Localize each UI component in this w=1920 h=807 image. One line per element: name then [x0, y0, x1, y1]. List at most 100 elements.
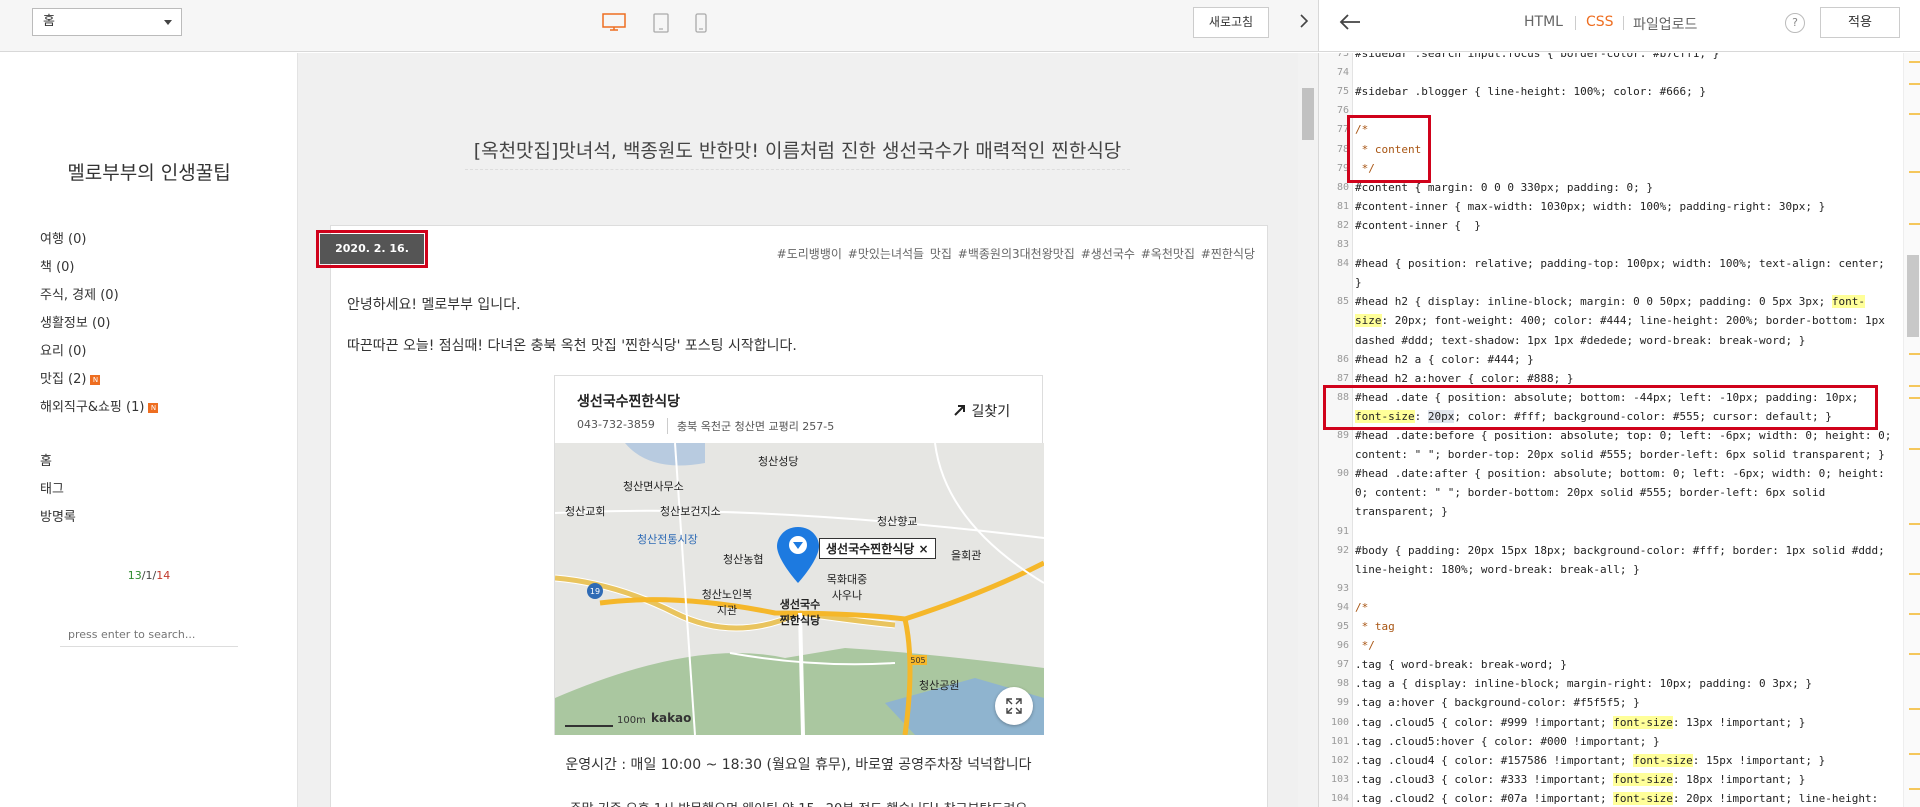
- refresh-button[interactable]: 새로고침: [1193, 7, 1269, 38]
- line-number: 102: [1330, 754, 1349, 766]
- tab-file-upload[interactable]: 파일업로드: [1633, 14, 1697, 34]
- line-number: 76: [1336, 105, 1349, 117]
- collapse-preview-button[interactable]: [1290, 10, 1318, 36]
- help-button[interactable]: ?: [1785, 13, 1805, 33]
- line-number: 81: [1336, 200, 1349, 212]
- blog-title[interactable]: 멜로부부의 인생꿀팁: [0, 158, 298, 185]
- map-place-name[interactable]: 생선국수찐한식당: [577, 391, 680, 411]
- visitor-counter: 13/1/14: [0, 569, 298, 582]
- tab-divider: [1623, 16, 1624, 30]
- fullscreen-button[interactable]: [995, 687, 1033, 725]
- page-select[interactable]: 홈: [32, 8, 182, 36]
- category-item[interactable]: 맛집 (2) N: [40, 366, 158, 394]
- line-number: 78: [1336, 143, 1349, 155]
- code-line[interactable]: 74: [1319, 63, 1899, 82]
- code-line[interactable]: 104 .tag .cloud2 { color: #07a !important…: [1319, 789, 1899, 807]
- code-line[interactable]: 82 #content-inner { }: [1319, 216, 1899, 235]
- highlight-box: [1323, 385, 1878, 430]
- route-number: 505: [910, 656, 925, 665]
- close-icon[interactable]: ×: [919, 542, 929, 556]
- category-item[interactable]: 여행 (0): [40, 226, 158, 254]
- directions-button[interactable]: 길찾기: [953, 401, 1010, 421]
- code-line[interactable]: 84 #head { position: relative; padding-to…: [1319, 254, 1899, 273]
- code-line[interactable]: 100 .tag .cloud5 { color: #999 !important…: [1319, 713, 1899, 732]
- code-text: #head h2 a { color: #444; }: [1355, 352, 1534, 366]
- tag-link[interactable]: #백종원의3대천왕맛집: [958, 247, 1075, 261]
- back-button[interactable]: [1339, 12, 1361, 37]
- code-line[interactable]: 85 #head h2 { display: inline-block; marg…: [1319, 292, 1899, 311]
- code-text: 0; content: " "; border-bottom: 20px sol…: [1355, 486, 1826, 500]
- editor-minimap[interactable]: [1903, 53, 1920, 807]
- preview-scrollbar[interactable]: [1298, 53, 1318, 807]
- map-label: 청산노인복지관: [701, 588, 753, 617]
- tab-html[interactable]: HTML: [1524, 14, 1563, 30]
- tag-link[interactable]: #맛있는녀석들 맛집: [848, 247, 952, 261]
- code-line[interactable]: }: [1319, 273, 1899, 292]
- code-line[interactable]: 90 #head .date:after { position: absolute…: [1319, 464, 1899, 483]
- code-line[interactable]: size: 20px; font-weight: 400; color: #44…: [1319, 311, 1899, 330]
- tag-link[interactable]: #찐한식당: [1201, 247, 1255, 261]
- search-input[interactable]: [60, 623, 238, 647]
- tablet-icon[interactable]: [653, 13, 669, 37]
- kakao-logo: kakao: [651, 711, 692, 725]
- map-place-callout[interactable]: 생선국수찐한식당 ×: [819, 538, 936, 559]
- code-line[interactable]: 93: [1319, 579, 1899, 598]
- line-number: 84: [1336, 258, 1349, 270]
- code-line[interactable]: 103 .tag .cloud3 { color: #333 !important…: [1319, 770, 1899, 789]
- code-line[interactable]: 98 .tag a { display: inline-block; margin…: [1319, 674, 1899, 693]
- code-text: #head { position: relative; padding-top:…: [1355, 257, 1885, 271]
- mobile-icon[interactable]: [695, 13, 707, 37]
- post-title[interactable]: [옥천맛집]맛녀석, 백종원도 반한맛! 이름처럼 진한 생선국수가 매력적인 …: [465, 136, 1130, 170]
- code-text: */: [1355, 639, 1375, 653]
- code-text: #head h2 { display: inline-block; margin…: [1355, 295, 1865, 309]
- code-text: .tag .cloud2 { color: #07a !important; f…: [1355, 791, 1879, 805]
- code-line[interactable]: transparent; }: [1319, 502, 1899, 521]
- code-line[interactable]: 81 #content-inner { max-width: 1030px; wi…: [1319, 197, 1899, 216]
- category-label: 해외직구&쇼핑 (1): [40, 400, 145, 415]
- code-line[interactable]: 91: [1319, 522, 1899, 541]
- map-view[interactable]: 19 505 청산성당 청산면사무소 청산보건지소 청산교회 청산전통시장 청산…: [555, 443, 1044, 735]
- category-item[interactable]: 주식, 경제 (0): [40, 282, 158, 310]
- code-line[interactable]: 95 * tag: [1319, 617, 1899, 636]
- code-line[interactable]: 75 #sidebar .blogger { line-height: 100%;…: [1319, 82, 1899, 101]
- line-number: 75: [1336, 86, 1349, 98]
- code-line[interactable]: 86 #head h2 a { color: #444; }: [1319, 350, 1899, 369]
- code-line[interactable]: content: " "; border-top: 20px solid #55…: [1319, 445, 1899, 464]
- code-line[interactable]: 102 .tag .cloud4 { color: #157586 !import…: [1319, 751, 1899, 770]
- post-paragraph: 따끈따끈 오늘! 점심때! 다녀온 충북 옥천 맛집 '찐한식당' 포스팅 시작…: [347, 338, 797, 354]
- line-number: 93: [1336, 582, 1349, 594]
- category-item[interactable]: 생활정보 (0): [40, 310, 158, 338]
- counter-today: 13: [127, 569, 142, 582]
- code-line[interactable]: 0; content: " "; border-bottom: 20px sol…: [1319, 483, 1899, 502]
- code-line[interactable]: 92 #body { padding: 20px 15px 18px; backg…: [1319, 541, 1899, 560]
- code-line[interactable]: 101 .tag .cloud5:hover { color: #000 !imp…: [1319, 732, 1899, 751]
- code-line[interactable]: 96 */: [1319, 636, 1899, 655]
- code-text: size: 20px; font-weight: 400; color: #44…: [1355, 314, 1885, 328]
- editor-scrollbar-thumb[interactable]: [1907, 255, 1919, 337]
- category-item[interactable]: 책 (0): [40, 254, 158, 282]
- apply-button[interactable]: 적용: [1820, 7, 1900, 38]
- tag-link[interactable]: #도리뱅뱅이: [777, 247, 842, 261]
- tag-link[interactable]: #옥천맛집: [1141, 247, 1195, 261]
- tab-css[interactable]: CSS: [1586, 14, 1614, 30]
- nav-home[interactable]: 홈: [40, 448, 76, 476]
- map-address: 충북 옥천군 청산면 교평리 257-5: [667, 418, 834, 434]
- editor-toolbar: HTML CSS 파일업로드 ? 적용: [1318, 0, 1920, 52]
- map-label: 생선국수찐한식당: [779, 598, 821, 627]
- code-line[interactable]: 99 .tag a:hover { background-color: #f5f5…: [1319, 693, 1899, 712]
- nav-guestbook[interactable]: 방명록: [40, 504, 76, 532]
- route-number: 19: [590, 587, 600, 596]
- category-item[interactable]: 해외직구&쇼핑 (1) N: [40, 394, 159, 422]
- scrollbar-thumb[interactable]: [1302, 88, 1314, 140]
- code-line[interactable]: 94 /*: [1319, 598, 1899, 617]
- nav-tag[interactable]: 태그: [40, 476, 76, 504]
- code-line[interactable]: 97 .tag { word-break: break-word; }: [1319, 655, 1899, 674]
- css-code-editor[interactable]: 73 #sidebar .search input:focus { border-…: [1318, 53, 1920, 807]
- code-line[interactable]: 83: [1319, 235, 1899, 254]
- code-line[interactable]: dashed #ddd; text-shadow: 1px 1px #deded…: [1319, 331, 1899, 350]
- desktop-icon[interactable]: [602, 13, 626, 35]
- tag-link[interactable]: #생선국수: [1081, 247, 1135, 261]
- category-item[interactable]: 요리 (0): [40, 338, 158, 366]
- code-line[interactable]: 73 #sidebar .search input:focus { border-…: [1319, 53, 1899, 63]
- code-line[interactable]: line-height: 180%; word-break: break-all…: [1319, 560, 1899, 579]
